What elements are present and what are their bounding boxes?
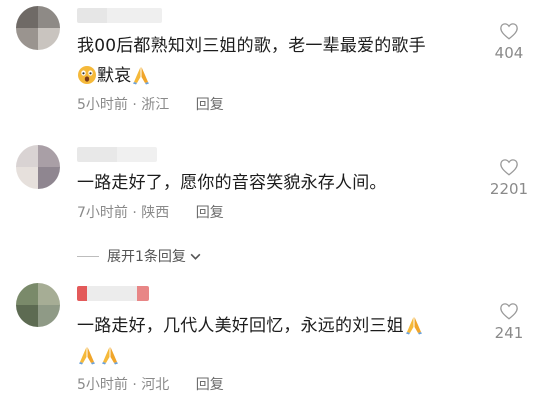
reply-button[interactable]: 回复 <box>196 377 224 393</box>
comment-location: 河北 <box>141 377 170 393</box>
folded-hands-emoji <box>79 347 95 365</box>
comment-meta: 5小时前 · 河北 回复 <box>77 374 224 394</box>
comment-item: 一路走好，几代人美好回忆，永远的刘三姐 5小时前 · 河北 回复 241 <box>0 0 551 407</box>
meta-separator: · <box>132 377 137 393</box>
comment-time: 5小时前 <box>77 377 128 393</box>
comment-text: 一路走好，几代人美好回忆，永远的刘三姐 <box>77 311 487 371</box>
comment-text-line1: 一路走好，几代人美好回忆，永远的刘三姐 <box>77 316 404 336</box>
folded-hands-emoji <box>405 317 422 335</box>
avatar[interactable] <box>16 283 60 327</box>
username-blurred[interactable] <box>77 286 149 301</box>
like-button[interactable]: 241 <box>489 302 529 342</box>
like-count: 241 <box>494 324 524 342</box>
folded-hands-emoji <box>102 347 118 365</box>
heart-outline-icon <box>500 303 518 320</box>
